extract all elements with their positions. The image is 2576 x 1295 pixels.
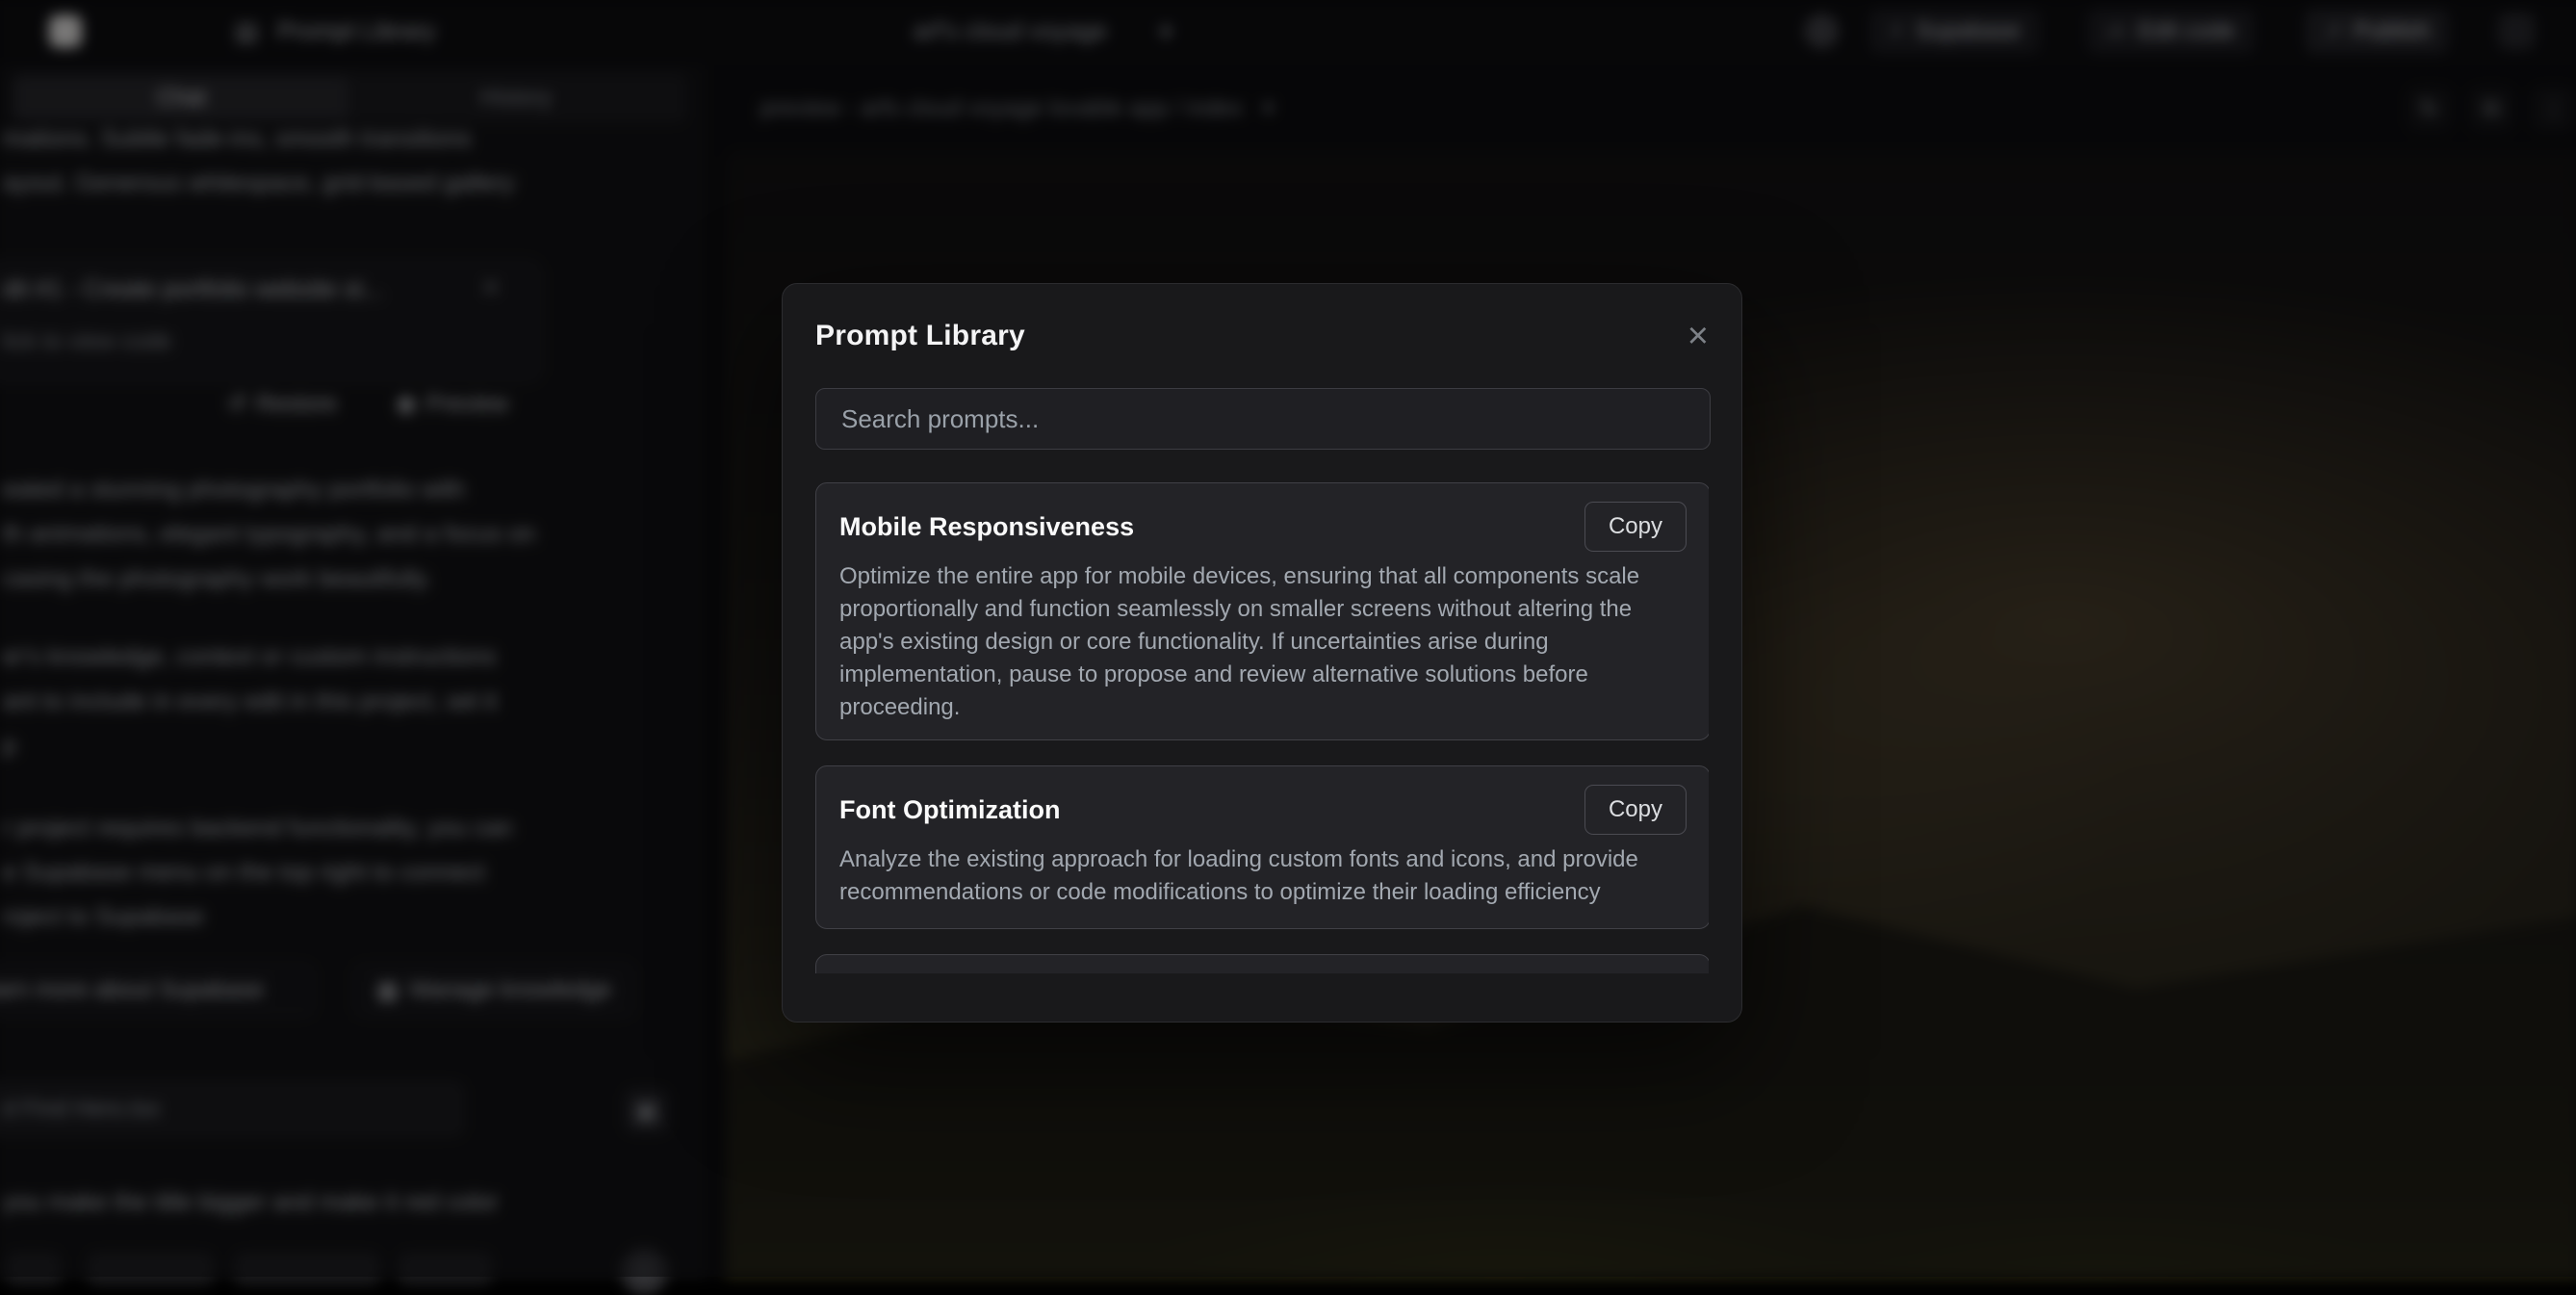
prompt-card-mobile-responsiveness: Mobile Responsiveness Copy Optimize the … <box>815 482 1709 740</box>
prompt-title: Font Optimization <box>839 795 1060 825</box>
copy-button[interactable]: Copy <box>1584 785 1687 835</box>
prompt-card-partial <box>815 954 1709 973</box>
modal-header: Prompt Library × <box>815 315 1709 357</box>
copy-button[interactable]: Copy <box>1584 502 1687 552</box>
prompt-card-header: Font Optimization Copy <box>839 784 1687 836</box>
search-input[interactable] <box>815 388 1711 450</box>
prompt-card-header: Mobile Responsiveness Copy <box>839 501 1687 553</box>
prompt-description: Analyze the existing approach for loadin… <box>839 843 1690 909</box>
prompt-library-modal: Prompt Library × Mobile Responsiveness C… <box>782 283 1742 1023</box>
modal-title: Prompt Library <box>815 320 1025 352</box>
prompt-description: Optimize the entire app for mobile devic… <box>839 560 1690 724</box>
prompt-title: Mobile Responsiveness <box>839 512 1134 542</box>
prompt-list: Mobile Responsiveness Copy Optimize the … <box>815 482 1709 973</box>
prompt-card-font-optimization: Font Optimization Copy Analyze the exist… <box>815 765 1709 929</box>
close-button[interactable]: × <box>1687 322 1709 350</box>
